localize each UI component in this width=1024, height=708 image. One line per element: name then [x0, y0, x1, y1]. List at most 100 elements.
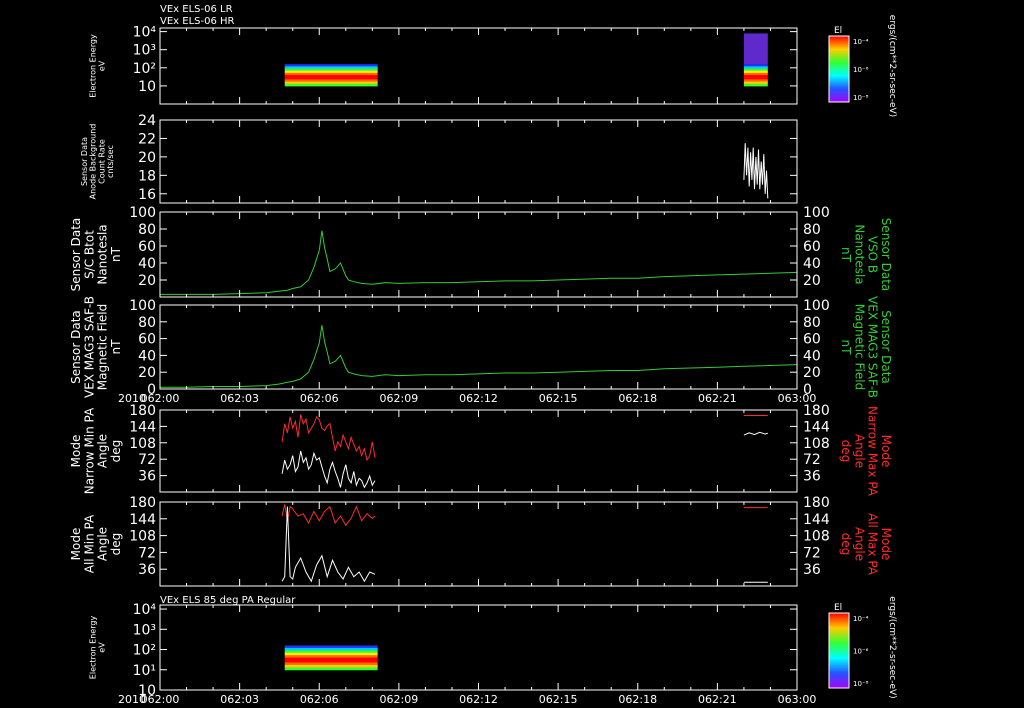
- panel-mag_saf: Sensor DataVEX MAG3 SAF-BMagnetic Fieldn…: [69, 296, 893, 398]
- y-tick-label: 80: [138, 222, 156, 238]
- y-axis-label-line: Angle: [96, 527, 110, 561]
- y-axis-label-line: Narrow Min PA: [82, 407, 96, 494]
- y-axis-label-line: cnts/sec: [106, 145, 115, 178]
- y-tick-label-right: 20: [803, 365, 821, 381]
- y-tick-label: 60: [138, 332, 156, 348]
- y-axis-label-right-line: deg: [839, 533, 853, 556]
- y-tick-label-right: 80: [803, 315, 821, 331]
- plot-canvas: VEx ELS-06 LR VEx ELS-06 HR VEx ELS 85 d…: [69, 4, 897, 706]
- y-tick-label: 180: [129, 403, 156, 419]
- x-tick-label: 062:06: [300, 392, 339, 405]
- y-axis-label-line: deg: [109, 440, 123, 463]
- y-tick-label-right: 60: [803, 239, 821, 255]
- y-axis-label-line: eV: [97, 642, 106, 653]
- y-axis-label-line: Electron Energy: [89, 616, 98, 680]
- y-tick-label-right: 180: [803, 403, 830, 419]
- y-tick-label: 10³: [133, 622, 156, 638]
- y-axis-label-right-line: Angle: [852, 434, 866, 468]
- x-tick-label: 062:18: [618, 392, 657, 405]
- y-tick-label: 36: [138, 562, 156, 578]
- panel-frame: [159, 604, 798, 691]
- header-line1: VEx ELS-06 LR: [160, 4, 233, 15]
- x-tick-label: 062:06: [300, 693, 339, 706]
- y-axis-label-right-line: All Max PA: [866, 513, 880, 576]
- y-axis-label-right-line: Angle: [852, 527, 866, 561]
- y-tick-label-right: 40: [803, 348, 821, 364]
- y-axis-label-right-line: Sensor Data: [879, 310, 893, 384]
- x-tick-label: 062:09: [380, 693, 419, 706]
- y-tick-label: 18: [138, 168, 156, 184]
- y-axis-label-line: Sensor Data: [69, 310, 83, 384]
- x-tick-label: 062:09: [380, 392, 419, 405]
- y-tick-label: 22: [138, 131, 156, 147]
- x-tick-label: 063:00: [778, 693, 817, 706]
- y-tick-label-right: 100: [803, 298, 830, 314]
- panel-btot: Sensor DataS/C BtotNanoteslanT Sensor Dat…: [69, 211, 893, 298]
- y-tick-label-right: 60: [803, 332, 821, 348]
- y-axis-label: Sensor DataS/C BtotNanoteslanT: [69, 218, 123, 292]
- y-axis-label-line: nT: [109, 339, 123, 355]
- y-tick-label: 60: [138, 239, 156, 255]
- y-axis-label-line: Sensor Data: [80, 137, 89, 186]
- y-tick-label-right: 20: [803, 273, 821, 289]
- series-line: [160, 230, 798, 295]
- panel-anode_bkg: Sensor DataAnode BackgroundCount Ratecnt…: [80, 119, 798, 204]
- y-tick-label: 20: [138, 273, 156, 289]
- y-axis-label-line: Sensor Data: [69, 218, 83, 292]
- y-tick-label: 100: [129, 298, 156, 314]
- panel-frame: [159, 501, 798, 587]
- series-line: [281, 414, 376, 462]
- panel-all_pa: ModeAll Min PAAngledeg ModeAll Max PAAngl…: [69, 501, 893, 587]
- series-line: [743, 431, 768, 436]
- panel-frame: [159, 409, 798, 493]
- y-axis-label-line: eV: [97, 60, 106, 71]
- series-line: [281, 504, 376, 527]
- y-axis-label-line: Magnetic Field: [96, 304, 110, 390]
- heatmap-band: [284, 667, 378, 671]
- y-axis-label: Electron EnergyeV: [89, 616, 107, 680]
- heatmap-band: [284, 83, 378, 87]
- y-axis-label-line: Anode Background: [89, 124, 98, 200]
- y-tick-label-right: 180: [803, 495, 830, 511]
- x-tick-label: 062:21: [698, 693, 737, 706]
- y-tick-label-right: 72: [803, 545, 821, 561]
- y-tick-label: 108: [129, 529, 156, 545]
- y-tick-label: 10³: [133, 43, 156, 59]
- y-axis-label-line: VEX MAG3 SAF-B: [82, 296, 96, 398]
- x-tick-label: 062:00: [141, 693, 180, 706]
- y-axis-label-right-line: nT: [839, 340, 853, 356]
- x-tick-label: 062:21: [698, 392, 737, 405]
- y-tick-label-right: 40: [803, 256, 821, 272]
- panel7-title: VEx ELS 85 deg PA Regular: [160, 595, 296, 606]
- y-tick-label-right: 72: [803, 452, 821, 468]
- y-axis-label: ModeNarrow Min PAAngledeg: [69, 407, 123, 494]
- y-tick-label: 16: [138, 187, 156, 203]
- y-tick-label: 10: [138, 79, 156, 95]
- y-axis-label: Electron EnergyeV: [89, 34, 107, 98]
- y-axis-label-right-line: Sensor Data: [879, 218, 893, 292]
- y-tick-label: 80: [138, 315, 156, 331]
- y-tick-label-right: 80: [803, 222, 821, 238]
- x-tick-label: 062:03: [220, 392, 259, 405]
- y-axis-label-right-line: nT: [839, 247, 853, 263]
- y-tick-label: 10²: [133, 61, 156, 77]
- y-axis-label-line: Mode: [69, 528, 83, 561]
- panel-frame: [159, 119, 798, 204]
- y-axis-label-right-line: Magnetic Field: [852, 304, 866, 390]
- series-line: [281, 450, 376, 489]
- panel-narrow_pa: ModeNarrow Min PAAngledeg ModeNarrow Max …: [69, 406, 893, 497]
- y-tick-label-right: 108: [803, 529, 830, 545]
- y-tick-label-right: 144: [803, 419, 830, 435]
- y-tick-label: 108: [129, 436, 156, 452]
- colorbar-label: 10⁻⁶: [853, 648, 869, 656]
- panel-els_lr_hr: Electron EnergyeV ergs/(cm**2-sr-sec-eV): [89, 15, 897, 117]
- header-line2: VEx ELS-06 HR: [160, 16, 235, 27]
- colorbar-label: 10⁻⁴: [853, 38, 869, 46]
- y-axis-label-right-line: Narrow Max PA: [866, 406, 880, 497]
- heatmap-band: [743, 83, 768, 87]
- y-tick-label: 24: [138, 113, 156, 129]
- y-tick-label: 10⁴: [133, 602, 157, 618]
- y-axis-label-right-line: Nanotesla: [852, 224, 866, 284]
- y-axis-label: Sensor DataVEX MAG3 SAF-BMagnetic Fieldn…: [69, 296, 123, 398]
- y-tick-label-right: 108: [803, 436, 830, 452]
